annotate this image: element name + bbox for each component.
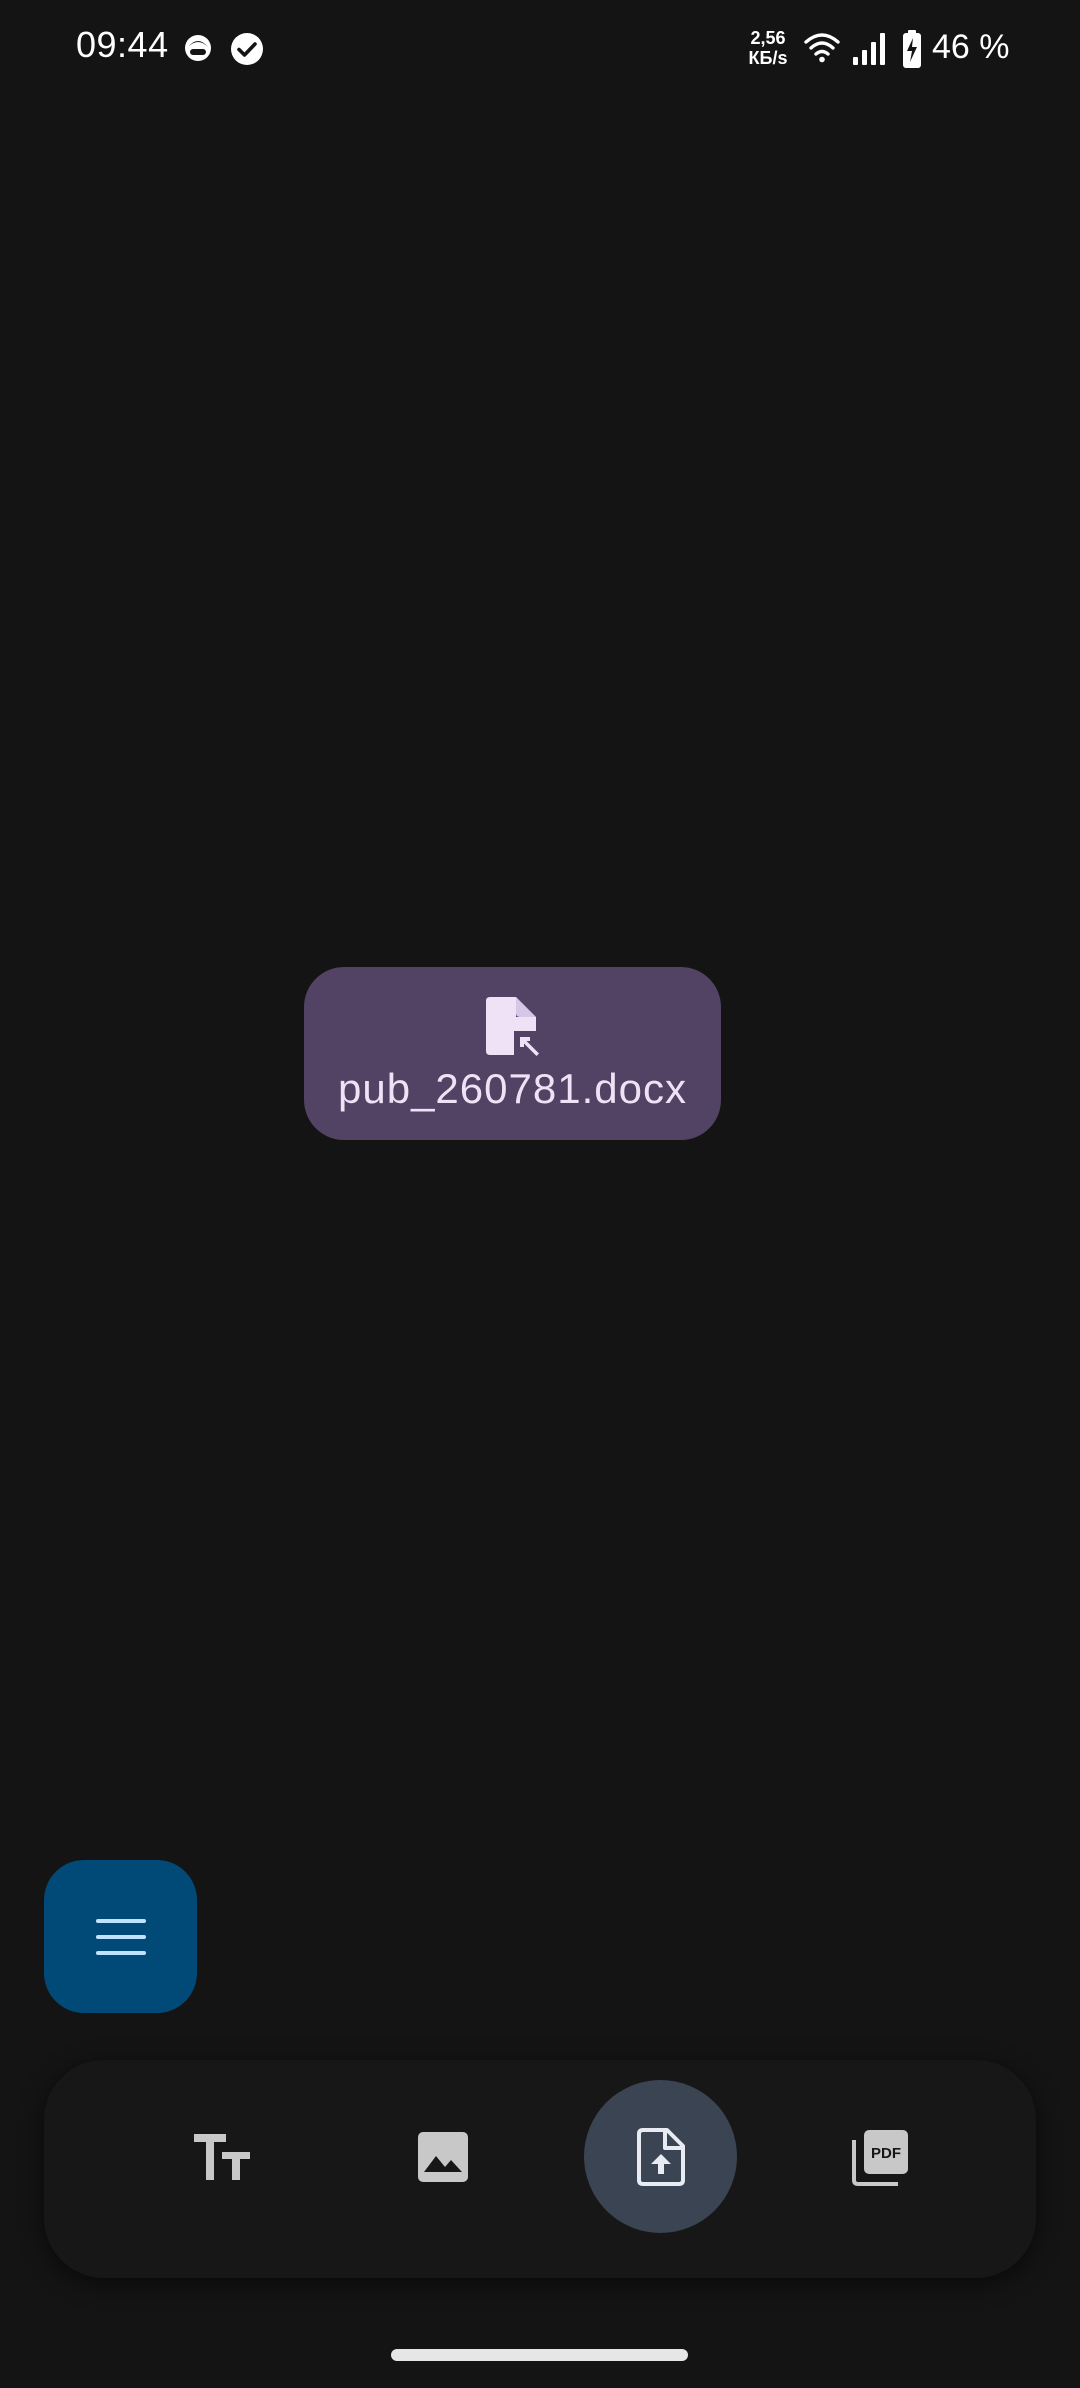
menu-button[interactable] [44, 1860, 197, 2013]
network-speed-unit: КБ/s [748, 48, 788, 68]
file-name: pub_260781.docx [338, 1064, 687, 1112]
wifi-icon [804, 33, 840, 63]
network-speed-value: 2,56 [750, 28, 786, 48]
battery-percent: 46 % [932, 28, 1010, 66]
status-bar: 09:44 2,56 КБ/s 46 % [0, 0, 1080, 100]
text-tool-button[interactable] [145, 2080, 298, 2233]
home-indicator[interactable] [391, 2349, 688, 2361]
pdf-tool-button[interactable]: PDF [804, 2080, 957, 2233]
upload-document-button[interactable] [584, 2080, 737, 2233]
notification-face-icon [185, 35, 211, 61]
svg-text:PDF: PDF [871, 2145, 901, 2162]
image-tool-button[interactable] [366, 2080, 519, 2233]
check-circle-icon [231, 33, 263, 65]
battery-charging-icon [903, 30, 921, 68]
text-size-icon [193, 2133, 250, 2180]
file-shortcut-icon [485, 996, 542, 1057]
screen: 09:44 2,56 КБ/s 46 % pub_260781.docx PDF [0, 0, 1080, 2388]
menu-icon [95, 1918, 146, 1955]
cell-signal-icon [853, 33, 885, 65]
pdf-icon: PDF [851, 2129, 908, 2186]
image-icon [417, 2131, 468, 2182]
file-chip[interactable]: pub_260781.docx [304, 967, 721, 1140]
bottom-toolbar: PDF [44, 2060, 1036, 2278]
upload-file-icon [636, 2127, 685, 2186]
status-time: 09:44 [76, 24, 169, 65]
network-speed: 2,56 КБ/s [744, 28, 792, 68]
